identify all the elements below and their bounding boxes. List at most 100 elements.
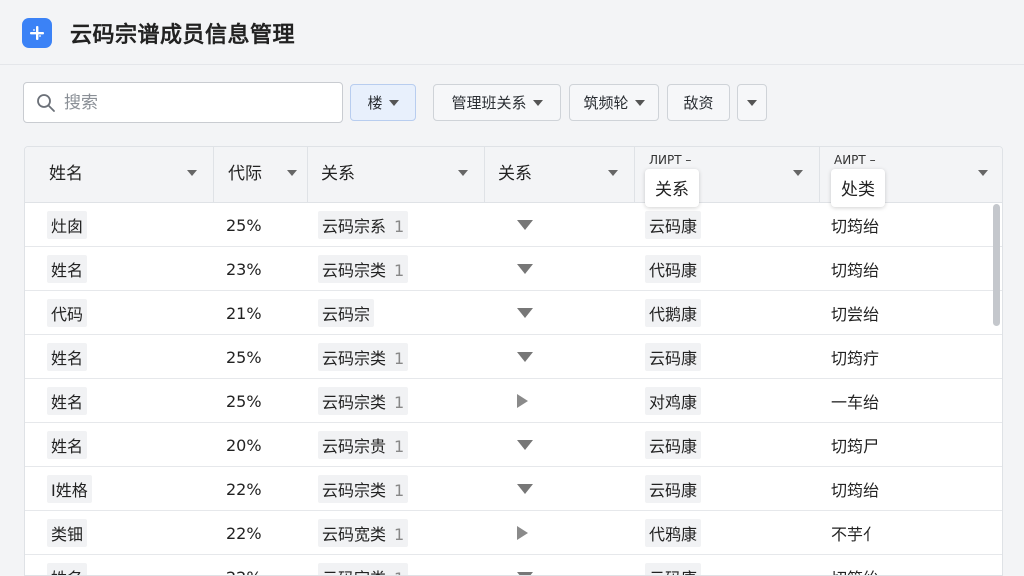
filter-third-label: 筑频轮 — [583, 94, 629, 112]
cell-generation: 25% — [226, 347, 262, 367]
cell-col6: 一车绐 — [831, 393, 880, 412]
cell-name: 姓名 — [47, 335, 88, 379]
sort-caret-icon[interactable] — [978, 170, 988, 176]
cell-col5: 代鹅康 — [645, 291, 702, 335]
cell-name: 姓名 — [47, 555, 88, 575]
sort-caret-icon[interactable] — [608, 170, 618, 176]
plus-app-icon[interactable] — [22, 18, 52, 48]
cell-col6: 切筠疔 — [831, 349, 880, 368]
cell-col5: 云码康 — [645, 555, 702, 575]
triangle-down-icon[interactable] — [517, 264, 533, 274]
table-row[interactable]: 类钿 22% 云码宽类 1 代鸦康 不芋亻 — [25, 511, 1002, 555]
cell-relation: 云码宽类 1 — [318, 511, 409, 555]
page-title: 云码宗谱成员信息管理 — [70, 23, 296, 48]
column-header-generation[interactable]: 代际 — [214, 147, 308, 203]
members-table: 姓名 代际 关系 关系 ЛИРТ – АИРТ – 关系 处类 灶囱 25% 云… — [24, 146, 1003, 576]
cell-expand[interactable] — [517, 203, 533, 247]
table-row[interactable]: 姓名 22% 云码宗类1 云码康 切筠绐 — [25, 555, 1002, 575]
cell-expand[interactable] — [517, 511, 528, 555]
cell-expand[interactable] — [517, 379, 528, 423]
filter-fourth-button[interactable]: 敌资 — [667, 84, 730, 121]
cell-relation: 云码宗类1 — [318, 335, 409, 379]
column-header-relation[interactable]: 关系 — [308, 147, 485, 203]
cell-col5: 代鸦康 — [645, 511, 702, 555]
cell-name: 灶囱 — [47, 203, 88, 247]
cell-relation: 云码宗类1 — [318, 247, 409, 291]
header: 云码宗谱成员信息管理 — [0, 0, 1024, 66]
sort-caret-icon[interactable] — [287, 170, 297, 176]
sort-caret-icon[interactable] — [187, 170, 197, 176]
column-tooltip-category: 处类 — [831, 169, 885, 207]
cell-expand[interactable] — [517, 467, 533, 511]
cell-col5: 云码康 — [645, 335, 702, 379]
cell-expand[interactable] — [517, 335, 533, 379]
cell-generation: 25% — [226, 391, 262, 411]
vertical-scrollbar[interactable] — [993, 204, 1000, 326]
filter-manage-dropdown[interactable]: 管理班关系 — [433, 84, 561, 121]
cell-col6: 不芋亻 — [831, 525, 880, 544]
search-icon — [37, 93, 55, 112]
chevron-down-icon — [388, 99, 399, 106]
cell-name: 类钿 — [47, 511, 88, 555]
cell-expand[interactable] — [517, 247, 533, 291]
cell-expand[interactable] — [517, 423, 533, 467]
filter-manage-label: 管理班关系 — [451, 94, 527, 112]
triangle-down-icon[interactable] — [517, 220, 533, 230]
chevron-down-icon — [634, 99, 645, 106]
cell-relation: 云码宗类1 — [318, 555, 409, 575]
filter-primary-dropdown[interactable]: 楼 — [350, 84, 416, 121]
cell-relation: 云码宗类1 — [318, 379, 409, 423]
cell-col6: 切筠尸 — [831, 437, 880, 456]
triangle-right-icon[interactable] — [517, 526, 528, 540]
cell-name: 姓名 — [47, 423, 88, 467]
filter-primary-label: 楼 — [367, 94, 383, 112]
triangle-down-icon[interactable] — [517, 352, 533, 362]
cell-relation: 云码宗系 1 — [318, 203, 409, 247]
cell-expand[interactable] — [517, 555, 533, 575]
table-row[interactable]: 灶囱 25% 云码宗系 1 云码康 切筠绐 — [25, 203, 1002, 247]
cell-col5: 云码康 — [645, 467, 702, 511]
cell-generation: 25% — [226, 215, 262, 235]
cell-generation: 22% — [226, 523, 262, 543]
header-divider — [0, 64, 1024, 65]
triangle-down-icon[interactable] — [517, 484, 533, 494]
cell-col5: 云码康 — [645, 423, 702, 467]
triangle-down-icon[interactable] — [517, 308, 533, 318]
cell-relation: 云码宗 — [318, 291, 375, 335]
cell-expand[interactable] — [517, 291, 533, 335]
cell-relation: 云码宗类1 — [318, 467, 409, 511]
table-row[interactable]: 姓名 25% 云码宗类 1 对鸡康 一车绐 — [25, 379, 1002, 423]
cell-name: 代码 — [47, 291, 88, 335]
cell-col6: 切筠绐 — [831, 481, 880, 500]
more-dropdown-button[interactable] — [737, 84, 767, 121]
search-input[interactable] — [64, 92, 324, 113]
filter-third-dropdown[interactable]: 筑频轮 — [569, 84, 659, 121]
column-header-relation-2[interactable]: 关系 — [485, 147, 635, 203]
table-row[interactable]: 代码 21% 云码宗 代鹅康 切尝绐 — [25, 291, 1002, 335]
cell-col5: 代码康 — [645, 247, 702, 291]
cell-col6: 切筠绐 — [831, 261, 880, 280]
cell-name: 姓名 — [47, 379, 88, 423]
chevron-down-icon — [747, 99, 757, 106]
cell-col5: 云码康 — [645, 203, 702, 247]
column-tooltip-relation: 关系 — [645, 169, 699, 207]
cell-relation: 云码宗贵 1 — [318, 423, 409, 467]
cell-generation: 23% — [226, 259, 262, 279]
cell-col6: 切筠绐 — [831, 217, 880, 236]
column-header-name[interactable]: 姓名 — [25, 147, 214, 203]
cell-name: 姓名 — [47, 247, 88, 291]
table-row[interactable]: I姓格 22% 云码宗类 1 云码康 切筠绐 — [25, 467, 1002, 511]
table-row[interactable]: 姓名 25% 云码宗类 1 云码康 切筠疔 — [25, 335, 1002, 379]
table-row[interactable]: 姓名 23% 云码宗类 1 代码康 切筠绐 — [25, 247, 1002, 291]
sort-caret-icon[interactable] — [793, 170, 803, 176]
chevron-down-icon — [532, 99, 543, 106]
sort-caret-icon[interactable] — [458, 170, 468, 176]
cell-generation: 22% — [226, 479, 262, 499]
triangle-down-icon[interactable] — [517, 572, 533, 575]
triangle-down-icon[interactable] — [517, 440, 533, 450]
table-row[interactable]: 姓名 20% 云码宗贵 1 云码康 切筠尸 — [25, 423, 1002, 467]
search-box[interactable] — [23, 82, 343, 123]
triangle-right-icon[interactable] — [517, 394, 528, 408]
cell-col6: 切尝绐 — [831, 305, 880, 324]
filter-fourth-label: 敌资 — [683, 94, 714, 112]
